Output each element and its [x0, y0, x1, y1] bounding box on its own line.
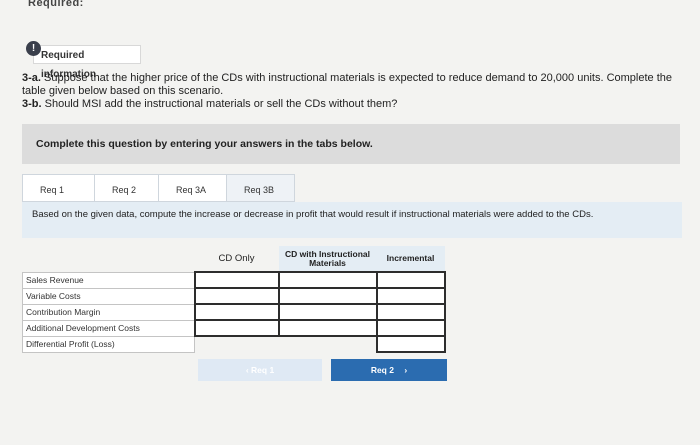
- row-label-sales-revenue: Sales Revenue: [22, 271, 195, 289]
- chevron-left-icon: ‹: [245, 365, 249, 375]
- development-costs-incremental-input[interactable]: [375, 319, 446, 337]
- next-req-button[interactable]: Req 2 ›: [331, 359, 447, 381]
- q3b-label: 3-b.: [22, 98, 42, 110]
- table-row: Sales Revenue: [22, 271, 446, 289]
- prev-req-button[interactable]: ‹ Req 1: [198, 359, 322, 381]
- col-header-cd-only: CD Only: [218, 253, 255, 264]
- header-blank: [23, 246, 195, 272]
- q3b-text: Should MSI add the instructional materia…: [41, 98, 398, 110]
- panel-instructions: Based on the given data, compute the inc…: [22, 202, 682, 238]
- differential-profit-blank-1: [195, 336, 279, 352]
- tab-req-3a[interactable]: Req 3A: [158, 174, 227, 202]
- info-icon: !: [26, 41, 41, 56]
- contribution-margin-with-materials-input[interactable]: [277, 303, 378, 321]
- chevron-right-icon: ›: [404, 365, 408, 375]
- development-costs-cd-only-input[interactable]: [193, 319, 280, 337]
- col-header-incremental: Incremental: [376, 246, 445, 272]
- required-information-tab[interactable]: Required information: [33, 45, 141, 80]
- sales-revenue-cd-only-input[interactable]: [193, 271, 280, 289]
- table-row: Additional Development Costs: [22, 319, 446, 337]
- q3a-text: Suppose that the higher price of the CDs…: [22, 72, 672, 97]
- table-header-row: CD Only CD with Instructional Materials …: [23, 246, 445, 272]
- profit-table: CD Only CD with Instructional Materials …: [22, 246, 446, 353]
- sales-revenue-with-materials-input[interactable]: [277, 271, 378, 289]
- row-label-additional-development-costs: Additional Development Costs: [22, 319, 195, 337]
- question-text: 3-a. Suppose that the higher price of th…: [22, 72, 682, 111]
- variable-costs-incremental-input[interactable]: [375, 287, 446, 305]
- row-label-contribution-margin: Contribution Margin: [22, 303, 195, 321]
- differential-profit-incremental-input[interactable]: [375, 335, 446, 353]
- q3a-label: 3-a.: [22, 72, 41, 84]
- table-row: Contribution Margin: [22, 303, 446, 321]
- variable-costs-with-materials-input[interactable]: [277, 287, 378, 305]
- development-costs-with-materials-input[interactable]: [277, 319, 378, 337]
- tab-req-2[interactable]: Req 2: [94, 174, 159, 202]
- variable-costs-cd-only-input[interactable]: [193, 287, 280, 305]
- section-heading-cut: Required:: [28, 0, 84, 9]
- differential-profit-blank-2: [279, 336, 377, 352]
- instruction-bar: Complete this question by entering your …: [22, 124, 680, 164]
- table-row: Differential Profit (Loss): [22, 335, 446, 353]
- row-label-differential-profit: Differential Profit (Loss): [22, 335, 195, 353]
- prev-req-label: Req 1: [251, 365, 275, 375]
- row-label-variable-costs: Variable Costs: [22, 287, 195, 305]
- col-header-cd-with-materials: CD with Instructional Materials: [278, 246, 377, 272]
- table-row: Variable Costs: [22, 287, 446, 305]
- contribution-margin-cd-only-input[interactable]: [193, 303, 280, 321]
- tab-req-1[interactable]: Req 1: [22, 174, 95, 202]
- tab-req-3b[interactable]: Req 3B: [226, 174, 295, 202]
- contribution-margin-incremental-input[interactable]: [375, 303, 446, 321]
- next-req-label: Req 2: [370, 365, 394, 375]
- sales-revenue-incremental-input[interactable]: [375, 271, 446, 289]
